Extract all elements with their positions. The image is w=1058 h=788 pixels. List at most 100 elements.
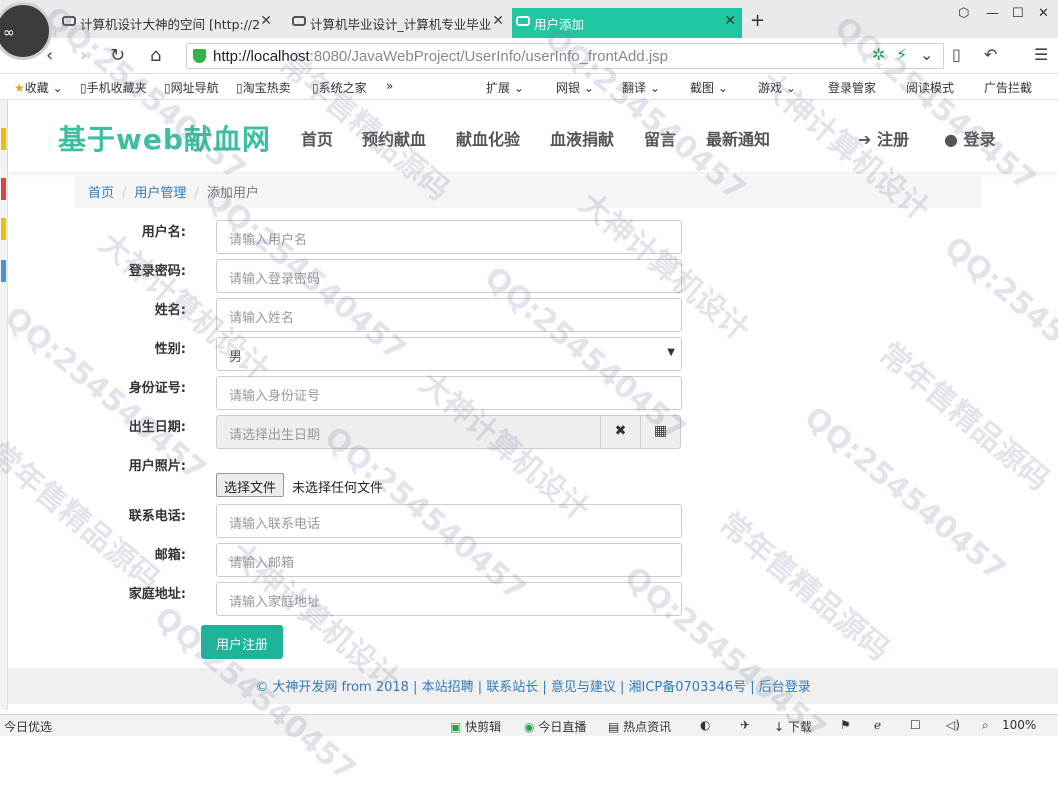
tab-favicon-icon	[292, 16, 306, 26]
new-tab-button[interactable]: +	[750, 10, 765, 31]
status-item[interactable]: ▤ 热点资讯	[608, 718, 671, 735]
tab-2[interactable]: 计算机毕业设计_计算机专业毕业 ✕	[288, 8, 510, 38]
status-icon[interactable]: ⚑	[840, 718, 851, 732]
bookmark-item[interactable]: ▯网址导航	[164, 79, 219, 96]
gender-label: 性别:	[154, 342, 186, 357]
bookmark-item[interactable]: 阅读模式	[906, 79, 954, 96]
bookmark-item[interactable]: 扩展 ⌄	[486, 79, 524, 96]
speed-icon[interactable]: ✲	[872, 45, 885, 64]
volume-icon[interactable]: ◁)	[946, 718, 960, 732]
status-icon[interactable]: ℯ	[874, 718, 881, 732]
idcard-label: 身份证号:	[128, 381, 186, 396]
gender-select[interactable]: 男 ▼	[216, 337, 682, 371]
back-icon[interactable]: ‹	[46, 45, 53, 66]
tab-3-active[interactable]: 用户添加 ✕	[512, 8, 742, 38]
photo-label: 用户照片:	[128, 459, 186, 474]
address-input[interactable]: 请输入家庭地址	[216, 582, 682, 616]
maximize-icon[interactable]: ☐	[1012, 6, 1024, 21]
bookmark-item[interactable]: 翻译 ⌄	[622, 79, 660, 96]
username-input[interactable]: 请输入用户名	[216, 220, 682, 254]
nav-message[interactable]: 留言	[644, 126, 676, 150]
menu-icon[interactable]: ☰	[1034, 45, 1048, 64]
password-input[interactable]: 请输入登录密码	[216, 259, 682, 293]
site-brand[interactable]: 基于web献血网	[58, 118, 271, 158]
nav-home[interactable]: 首页	[301, 126, 333, 150]
close-tab-icon[interactable]: ✕	[260, 13, 272, 29]
nav-test[interactable]: 献血化验	[456, 126, 520, 150]
watermark: QQ:254540457	[797, 400, 1013, 589]
register-submit-button[interactable]: 用户注册	[201, 625, 283, 659]
undo-icon[interactable]: ↶	[984, 45, 997, 64]
browser-status-bar: 今日优选 ▣ 快剪辑 ◉ 今日直播 ▤ 热点资讯 ◐ ✈ ↓ 下载 ⚑ ℯ ☐ …	[0, 714, 1058, 736]
name-input[interactable]: 请输入姓名	[216, 298, 682, 332]
zoom-level[interactable]: 100%	[1002, 718, 1036, 732]
phone-input[interactable]: 请输入联系电话	[216, 504, 682, 538]
lightning-icon[interactable]: ⚡	[896, 45, 907, 64]
reload-icon[interactable]: ↻	[110, 45, 125, 66]
login-link[interactable]: ● 登录	[944, 126, 996, 150]
address-bar: ‹ › ↻ ⌂ http://localhost:8080/JavaWebPro…	[0, 38, 1058, 74]
status-item[interactable]: ↓ 下载	[774, 718, 812, 735]
bookmark-item[interactable]: 截图 ⌄	[690, 79, 728, 96]
close-tab-icon[interactable]: ✕	[492, 13, 504, 29]
breadcrumb: 首页 / 用户管理 / 添加用户	[74, 176, 982, 208]
breadcrumb-home[interactable]: 首页	[88, 186, 114, 201]
choose-file-button[interactable]: 选择文件	[216, 473, 285, 497]
breadcrumb-current: 添加用户	[206, 186, 259, 201]
bookmark-item[interactable]: ▯淘宝热卖	[236, 79, 291, 96]
bookmark-item[interactable]: ▯手机收藏夹	[80, 79, 147, 96]
clear-date-icon[interactable]: ✖	[600, 415, 641, 449]
tab-favicon-icon	[516, 16, 530, 26]
side-toolbar	[0, 100, 8, 710]
bookmark-item[interactable]: 网银 ⌄	[556, 79, 594, 96]
birthday-input[interactable]: 请选择出生日期	[216, 415, 601, 449]
phone-label: 联系电话:	[128, 509, 186, 524]
status-item[interactable]: ◉ 今日直播	[524, 718, 586, 735]
calendar-icon[interactable]: ▦	[640, 415, 681, 449]
bookmark-item[interactable]: 游戏 ⌄	[758, 79, 796, 96]
secure-shield-icon	[193, 49, 206, 63]
url-input[interactable]: http://localhost:8080/JavaWebProject/Use…	[186, 43, 944, 69]
password-label: 登录密码:	[128, 264, 186, 279]
bookmarks-bar: ★收藏 ⌄ ▯手机收藏夹 ▯网址导航 ▯淘宝热卖 ▯系统之家 » 扩展 ⌄ 网银…	[0, 74, 1058, 100]
bookmark-item[interactable]: ★收藏 ⌄	[14, 79, 63, 96]
watermark: QQ:254540457	[937, 230, 1058, 419]
phone-icon[interactable]: ▯	[952, 45, 961, 64]
close-tab-icon[interactable]: ✕	[724, 13, 736, 29]
breadcrumb-section[interactable]: 用户管理	[134, 186, 186, 201]
tab-1[interactable]: 计算机设计大神的空间 [http://2 ✕	[58, 8, 278, 38]
minimize-icon[interactable]: —	[986, 6, 999, 21]
site-footer[interactable]: © 大神开发网 from 2018 | 本站招聘 | 联系站长 | 意见与建议 …	[8, 668, 1058, 704]
skin-icon[interactable]: ⬡	[958, 6, 969, 21]
home-icon[interactable]: ⌂	[150, 45, 161, 66]
name-label: 姓名:	[154, 303, 186, 318]
zoom-icon[interactable]: ⌕	[982, 718, 989, 733]
email-input[interactable]: 请输入邮箱	[216, 543, 682, 577]
idcard-input[interactable]: 请输入身份证号	[216, 376, 682, 410]
status-item[interactable]: ▣ 快剪辑	[450, 718, 501, 735]
browser-tab-bar: ∞ 计算机设计大神的空间 [http://2 ✕ 计算机毕业设计_计算机专业毕业…	[0, 0, 1058, 60]
status-left[interactable]: 今日优选	[4, 718, 52, 735]
bookmark-item[interactable]: 广告拦截	[984, 79, 1032, 96]
email-label: 邮箱:	[154, 548, 186, 563]
tab-favicon-icon	[62, 16, 76, 26]
dropdown-icon[interactable]: ⌄	[920, 45, 933, 64]
url-text: http://localhost:8080/JavaWebProject/Use…	[213, 48, 668, 65]
bookmark-item[interactable]: ▯系统之家	[312, 79, 367, 96]
register-link[interactable]: ➔ 注册	[858, 126, 909, 150]
address-label: 家庭地址:	[128, 587, 186, 602]
file-status: 未选择任何文件	[292, 481, 384, 496]
birthday-label: 出生日期:	[128, 420, 186, 435]
bookmark-item[interactable]: 登录管家	[828, 79, 876, 96]
status-icon[interactable]: ✈	[740, 718, 750, 732]
nav-reserve[interactable]: 预约献血	[362, 126, 426, 150]
nav-notice[interactable]: 最新通知	[706, 126, 770, 150]
more-bookmarks-icon[interactable]: »	[386, 79, 393, 93]
forward-icon[interactable]: ›	[80, 45, 87, 66]
status-icon[interactable]: ◐	[700, 718, 710, 732]
close-window-icon[interactable]: ✕	[1038, 6, 1049, 21]
status-icon[interactable]: ☐	[910, 718, 921, 732]
watermark: 常年售精品源码	[872, 336, 1056, 498]
nav-donate[interactable]: 血液捐献	[550, 126, 614, 150]
site-navbar: 基于web献血网 首页 预约献血 献血化验 血液捐献 留言 最新通知 ➔ 注册 …	[8, 100, 1058, 172]
